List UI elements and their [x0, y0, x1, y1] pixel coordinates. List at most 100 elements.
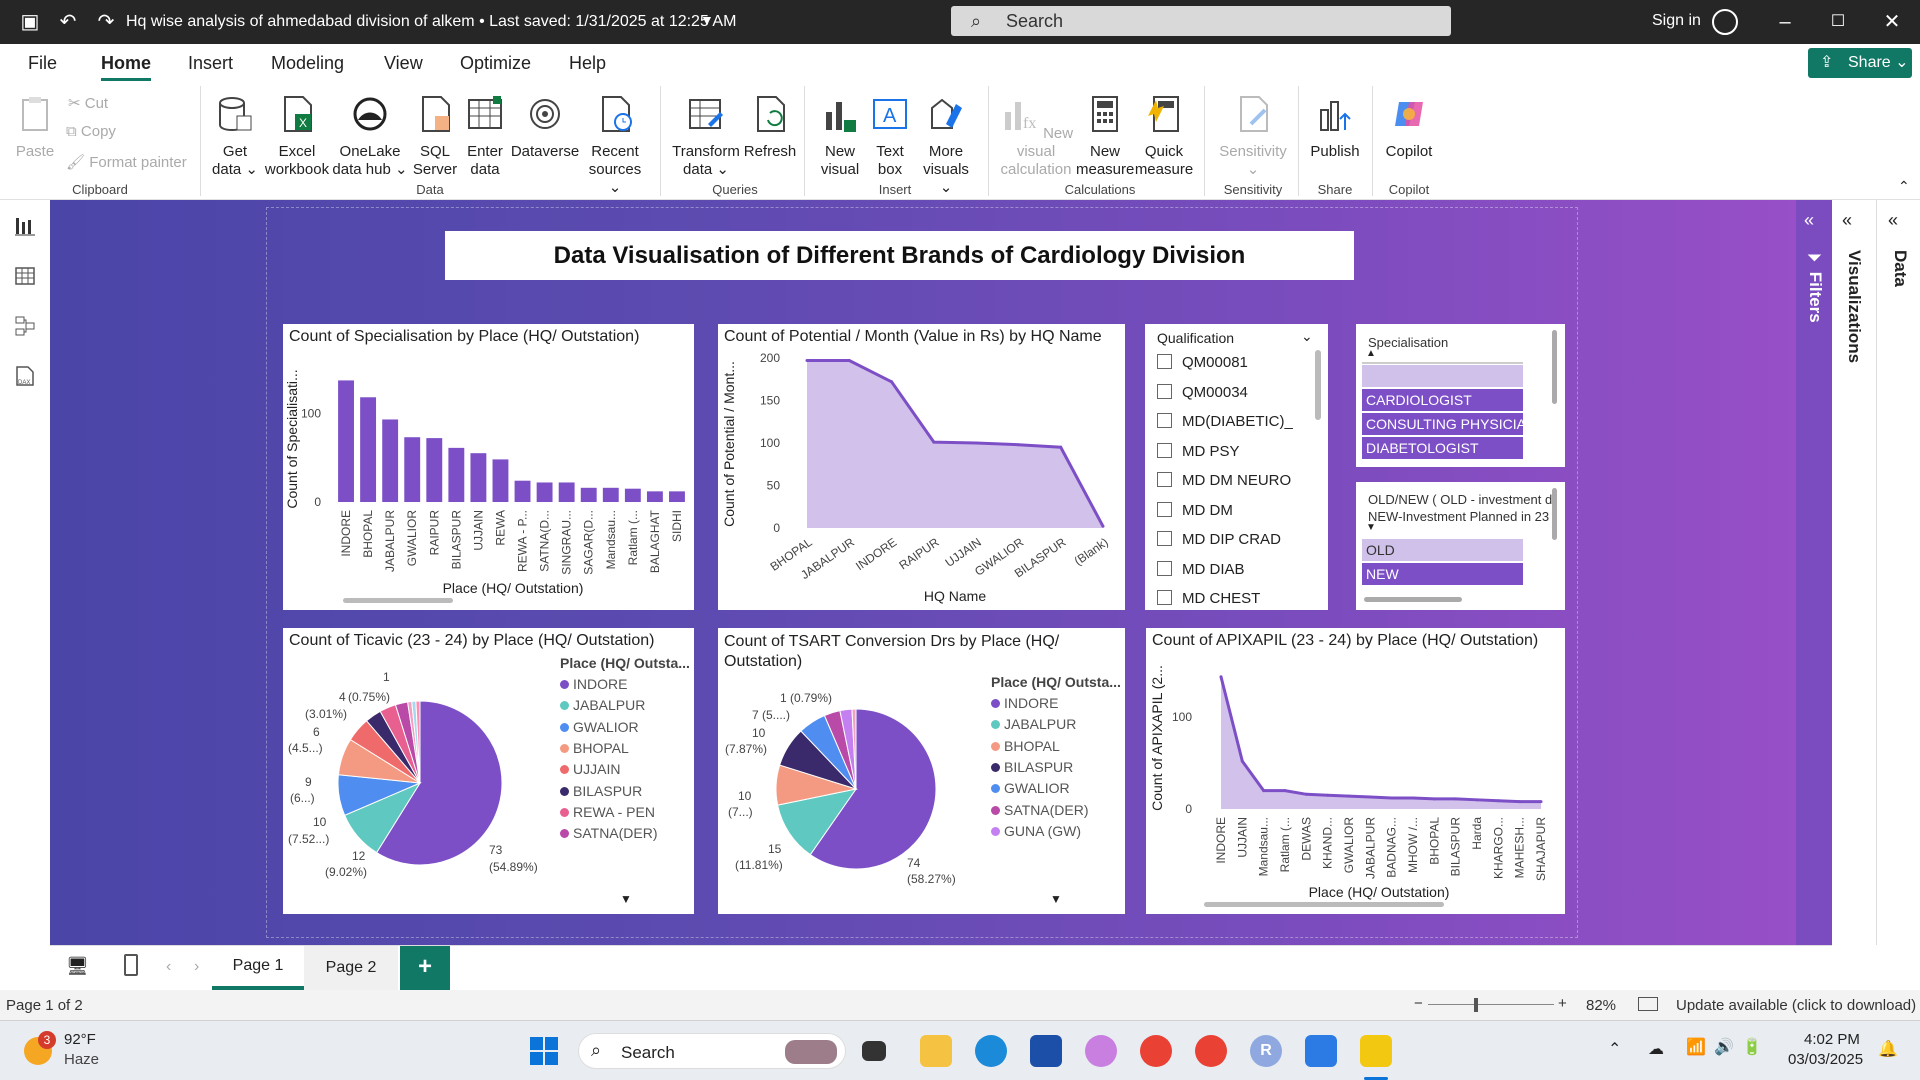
close-icon[interactable]: ✕	[1880, 10, 1904, 34]
qualification-option[interactable]: QM00034	[1157, 384, 1248, 401]
zoom-out-icon[interactable]: −	[1414, 995, 1423, 1012]
menu-file[interactable]: File	[28, 53, 57, 74]
dax-query-view-icon[interactable]: DAX	[13, 364, 37, 388]
specialisation-slicer[interactable]: Specialisation ▲ CARDIOLOGIST CONSULTING…	[1356, 324, 1565, 467]
title-dropdown-icon[interactable]: ▼	[700, 12, 714, 28]
data-label[interactable]: Data	[1890, 250, 1910, 287]
filters-pane[interactable]: « ⏷ Filters	[1796, 200, 1832, 945]
sort-arrow-icon[interactable]: ▼	[1366, 522, 1376, 533]
chrome-icon[interactable]	[1140, 1035, 1172, 1067]
expand-filters-icon[interactable]: «	[1804, 210, 1814, 231]
qualification-option[interactable]: MD DM	[1157, 502, 1233, 519]
menu-view[interactable]: View	[384, 53, 423, 74]
zoom-thumb[interactable]	[1474, 998, 1478, 1012]
qualification-option[interactable]: MD(DIABETIC)_	[1157, 413, 1293, 430]
slicer-item-consulting-physician[interactable]: CONSULTING PHYSICIAN	[1362, 413, 1523, 435]
wifi-icon[interactable]: 📶	[1686, 1037, 1706, 1057]
checkbox-icon[interactable]	[1157, 383, 1172, 399]
publish-button[interactable]: Publish	[1304, 94, 1366, 161]
show-hidden-icons[interactable]: ⌃	[1608, 1039, 1621, 1059]
update-available-link[interactable]: Update available (click to download)	[1676, 997, 1916, 1014]
visualizations-label[interactable]: Visualizations	[1844, 250, 1864, 363]
maximize-icon[interactable]: ☐	[1826, 10, 1850, 34]
vertical-scrollbar[interactable]	[1552, 488, 1557, 540]
menu-help[interactable]: Help	[569, 53, 606, 74]
expand-visualizations-icon[interactable]: «	[1842, 210, 1852, 231]
prev-page-icon[interactable]: ‹	[166, 958, 171, 976]
collapse-ribbon-icon[interactable]: ⌃	[1898, 178, 1910, 195]
qualification-option[interactable]: MD DIP CRAD	[1157, 531, 1281, 548]
task-view-icon[interactable]	[862, 1041, 886, 1061]
edge-icon[interactable]	[975, 1035, 1007, 1067]
search-input[interactable]: ⌕ Search	[951, 6, 1451, 36]
next-page-icon[interactable]: ›	[194, 958, 199, 976]
volume-icon[interactable]: 🔊	[1714, 1037, 1734, 1057]
potential-area-chart[interactable]: Count of Potential / Month (Value in Rs)…	[718, 324, 1125, 610]
fit-to-page-icon[interactable]	[1638, 997, 1658, 1011]
chevron-down-icon[interactable]: ⌄	[1301, 328, 1313, 345]
qualification-option[interactable]: MD DIAB	[1157, 561, 1245, 578]
menu-home[interactable]: Home	[101, 53, 152, 81]
menu-optimize[interactable]: Optimize	[460, 53, 531, 74]
checkbox-icon[interactable]	[1157, 590, 1172, 606]
checkbox-icon[interactable]	[1157, 472, 1172, 488]
menu-insert[interactable]: Insert	[188, 53, 233, 74]
undo-icon[interactable]: ↶	[56, 10, 80, 34]
store-icon[interactable]	[1030, 1035, 1062, 1067]
report-view-icon[interactable]	[13, 214, 37, 238]
get-data-button[interactable]: Get data ⌄	[210, 94, 260, 179]
enter-data-button[interactable]: Enter data	[462, 94, 508, 179]
slicer-item-old[interactable]: OLD	[1362, 539, 1523, 561]
clock-date[interactable]: 03/03/2025	[1788, 1051, 1863, 1068]
qualification-option[interactable]: MD PSY	[1157, 443, 1240, 460]
excel-workbook-button[interactable]: X Excel workbook	[262, 94, 332, 179]
table-view-icon[interactable]	[13, 264, 37, 288]
vertical-scrollbar[interactable]	[1315, 350, 1321, 420]
qualification-option[interactable]: QM00081	[1157, 354, 1248, 371]
notifications-bell-icon[interactable]: 🔔	[1878, 1039, 1898, 1059]
qualification-slicer[interactable]: Qualification ⌄ QM00081 QM00034 MD(DIABETI…	[1145, 324, 1328, 610]
slicer-item-diabetologist[interactable]: DIABETOLOGIST	[1362, 437, 1523, 459]
apixapil-area-chart[interactable]: Count of APIXAPIL (23 - 24) by Place (HQ…	[1146, 628, 1565, 914]
checkbox-icon[interactable]	[1157, 442, 1172, 458]
copy-button[interactable]: ⧉ Copy	[66, 123, 116, 140]
refresh-button[interactable]: Refresh	[742, 94, 798, 161]
qualification-option[interactable]: MD DM NEURO	[1157, 472, 1291, 489]
transform-data-button[interactable]: Transform data ⌄	[668, 94, 744, 179]
share-button[interactable]: ⇪ Share ⌄	[1808, 48, 1912, 78]
menu-modeling[interactable]: Modeling	[271, 53, 344, 74]
new-visual-button[interactable]: New visual	[814, 94, 866, 179]
cut-button[interactable]: ✂ Cut	[68, 94, 108, 112]
r-app-icon[interactable]: R	[1250, 1035, 1282, 1067]
minimize-icon[interactable]: –	[1773, 10, 1797, 34]
sql-server-button[interactable]: SQL Server	[410, 94, 460, 179]
zoom-slider[interactable]	[1428, 1004, 1554, 1005]
checkbox-icon[interactable]	[1157, 531, 1172, 547]
zoom-in-icon[interactable]: +	[1558, 995, 1567, 1012]
ticavic-pie-chart[interactable]: Count of Ticavic (23 - 24) by Place (HQ/…	[283, 628, 694, 914]
model-view-icon[interactable]	[13, 314, 37, 338]
file-explorer-icon[interactable]	[920, 1035, 952, 1067]
chrome-profile-icon[interactable]	[1195, 1035, 1227, 1067]
checkbox-icon[interactable]	[1157, 560, 1172, 576]
tab-page-1[interactable]: Page 1	[212, 946, 304, 990]
save-icon[interactable]: ▣	[18, 10, 42, 34]
checkbox-icon[interactable]	[1157, 354, 1172, 370]
power-bi-icon[interactable]	[1360, 1035, 1392, 1067]
taskbar-search[interactable]: ⌕ Search	[578, 1033, 846, 1069]
onelake-data-hub-button[interactable]: OneLake data hub ⌄	[332, 94, 408, 179]
new-visual-calculation-button[interactable]: fx New visual calculation	[996, 94, 1076, 179]
sort-arrow-icon[interactable]: ▲	[1366, 348, 1376, 359]
battery-icon[interactable]: 🔋	[1742, 1037, 1762, 1057]
dataverse-button[interactable]: Dataverse	[510, 94, 580, 161]
windows-start-icon[interactable]	[528, 1035, 560, 1067]
copilot-button[interactable]: Copilot	[1378, 94, 1440, 161]
specialisation-bar-chart[interactable]: Count of Specialisation by Place (HQ/ Ou…	[283, 324, 694, 610]
qualification-option[interactable]: MD CHEST	[1157, 590, 1260, 607]
clock-time[interactable]: 4:02 PM	[1804, 1031, 1860, 1048]
horizontal-scrollbar[interactable]	[343, 598, 453, 603]
zoom-level[interactable]: 82%	[1586, 997, 1616, 1014]
sign-in-button[interactable]: Sign in	[1652, 12, 1701, 30]
vertical-scrollbar[interactable]	[1552, 330, 1557, 404]
quick-measure-button[interactable]: Quick measure	[1134, 94, 1194, 179]
